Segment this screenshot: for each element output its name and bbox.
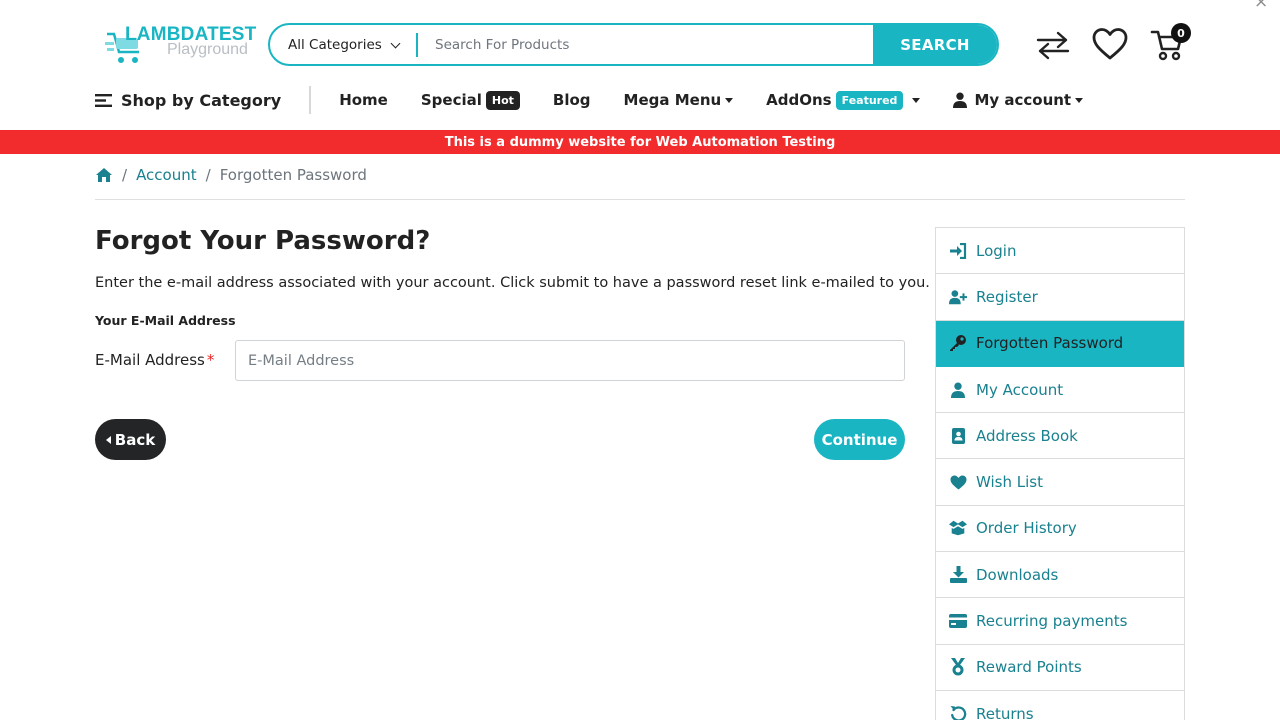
back-button-label: Back (114, 430, 156, 449)
home-icon[interactable] (95, 167, 113, 183)
nav-special[interactable]: Special Hot (420, 90, 520, 110)
caret-down-icon (725, 97, 734, 103)
box-open-icon (949, 519, 967, 537)
sidebar-item-returns[interactable]: Returns (936, 691, 1184, 720)
sidebar-item-label: Order History (976, 519, 1077, 538)
sidebar-item-label: Register (976, 287, 1038, 306)
close-icon[interactable]: × (1254, 0, 1268, 12)
sign-in-icon (949, 242, 967, 260)
menu-bars-icon (95, 93, 112, 107)
sidebar-item-label: Reward Points (976, 658, 1082, 677)
category-select[interactable]: All Categories (270, 25, 417, 64)
hot-badge: Hot (485, 90, 520, 110)
nav-blog-label: Blog (552, 91, 591, 109)
nav-home-label: Home (339, 91, 388, 109)
shop-by-category-button[interactable]: Shop by Category (95, 91, 281, 110)
sidebar-item-wish-list[interactable]: Wish List (936, 459, 1184, 506)
caret-left-icon (105, 435, 111, 444)
sidebar-item-label: Forgotten Password (976, 334, 1124, 353)
nav-addons[interactable]: AddOns Featured (766, 90, 921, 110)
key-icon (949, 334, 967, 352)
wishlist-heart-icon[interactable] (1091, 27, 1129, 61)
breadcrumb-separator: / (205, 166, 211, 184)
breadcrumb-separator: / (122, 166, 128, 184)
shop-by-category-label: Shop by Category (121, 90, 282, 110)
heart-icon (949, 473, 967, 491)
breadcrumb-divider (95, 199, 1185, 200)
sidebar-item-forgotten-password[interactable]: Forgotten Password (936, 320, 1184, 367)
email-label: E-Mail Address * (95, 348, 225, 372)
search-divider (416, 33, 418, 57)
compare-icon[interactable] (1034, 30, 1072, 60)
cart-count-badge: 0 (1171, 23, 1191, 43)
sidebar-item-label: My Account (976, 380, 1064, 399)
sidebar-item-label: Login (976, 241, 1017, 260)
main-nav: Shop by Category Home Special Hot Blog M… (95, 86, 1116, 114)
credit-card-icon (949, 612, 967, 630)
user-icon (949, 381, 967, 399)
page-description: Enter the e-mail address associated with… (95, 275, 930, 291)
nav-blog[interactable]: Blog (553, 91, 591, 109)
site-logo[interactable]: LAMBDATEST Playground (105, 24, 256, 70)
sidebar-item-label: Downloads (976, 565, 1059, 584)
search-button[interactable]: SEARCH (873, 25, 997, 64)
sidebar-item-reward-points[interactable]: Reward Points (936, 645, 1184, 691)
sidebar-item-order-history[interactable]: Order History (936, 506, 1184, 553)
continue-button[interactable]: Continue (814, 419, 905, 460)
sidebar-item-downloads[interactable]: Downloads (936, 552, 1184, 599)
nav-mega-menu[interactable]: Mega Menu (624, 91, 734, 109)
sidebar-item-label: Returns (976, 704, 1034, 720)
sidebar-item-login[interactable]: Login (936, 228, 1184, 275)
search-bar: All Categories SEARCH (268, 23, 999, 66)
sidebar-item-label: Address Book (976, 426, 1078, 445)
nav-my-account[interactable]: My account (953, 91, 1084, 109)
breadcrumb-current: Forgotten Password (219, 166, 367, 184)
sidebar-item-recurring-payments[interactable]: Recurring payments (936, 598, 1184, 645)
search-input[interactable] (420, 25, 872, 64)
address-book-icon (949, 427, 967, 445)
caret-down-icon (912, 97, 921, 103)
sidebar-item-address-book[interactable]: Address Book (936, 413, 1184, 460)
nav-addons-label: AddOns (766, 91, 832, 109)
chevron-down-icon (390, 38, 401, 49)
medal-icon (949, 658, 967, 676)
logo-sub-text: Playground (167, 41, 248, 58)
sidebar-item-label: Wish List (976, 473, 1043, 492)
breadcrumb-account-link[interactable]: Account (136, 166, 197, 184)
nav-mega-menu-label: Mega Menu (623, 91, 722, 109)
fieldset-legend: Your E-Mail Address (95, 313, 236, 328)
breadcrumb: / Account / Forgotten Password (95, 166, 367, 184)
email-label-text: E-Mail Address (95, 351, 205, 369)
download-icon (949, 566, 967, 584)
nav-special-label: Special (420, 91, 482, 109)
sidebar-item-label: Recurring payments (976, 612, 1128, 631)
user-icon (953, 92, 968, 108)
featured-badge: Featured (835, 90, 904, 110)
sidebar-item-my-account[interactable]: My Account (936, 367, 1184, 414)
back-button[interactable]: Back (95, 419, 166, 460)
undo-icon (949, 705, 967, 720)
nav-my-account-label: My account (974, 91, 1072, 109)
category-select-value: All Categories (288, 36, 382, 53)
user-plus-icon (949, 288, 967, 306)
nav-home[interactable]: Home (339, 91, 388, 109)
sidebar-item-register[interactable]: Register (936, 274, 1184, 321)
nav-divider (309, 86, 312, 114)
caret-down-icon (1075, 97, 1084, 103)
required-marker: * (206, 351, 215, 369)
account-sidebar: Login Register Forgotten Password My Acc… (935, 227, 1185, 720)
page-title: Forgot Your Password? (95, 226, 431, 256)
notice-banner: This is a dummy website for Web Automati… (0, 130, 1280, 154)
email-field[interactable] (235, 340, 905, 381)
